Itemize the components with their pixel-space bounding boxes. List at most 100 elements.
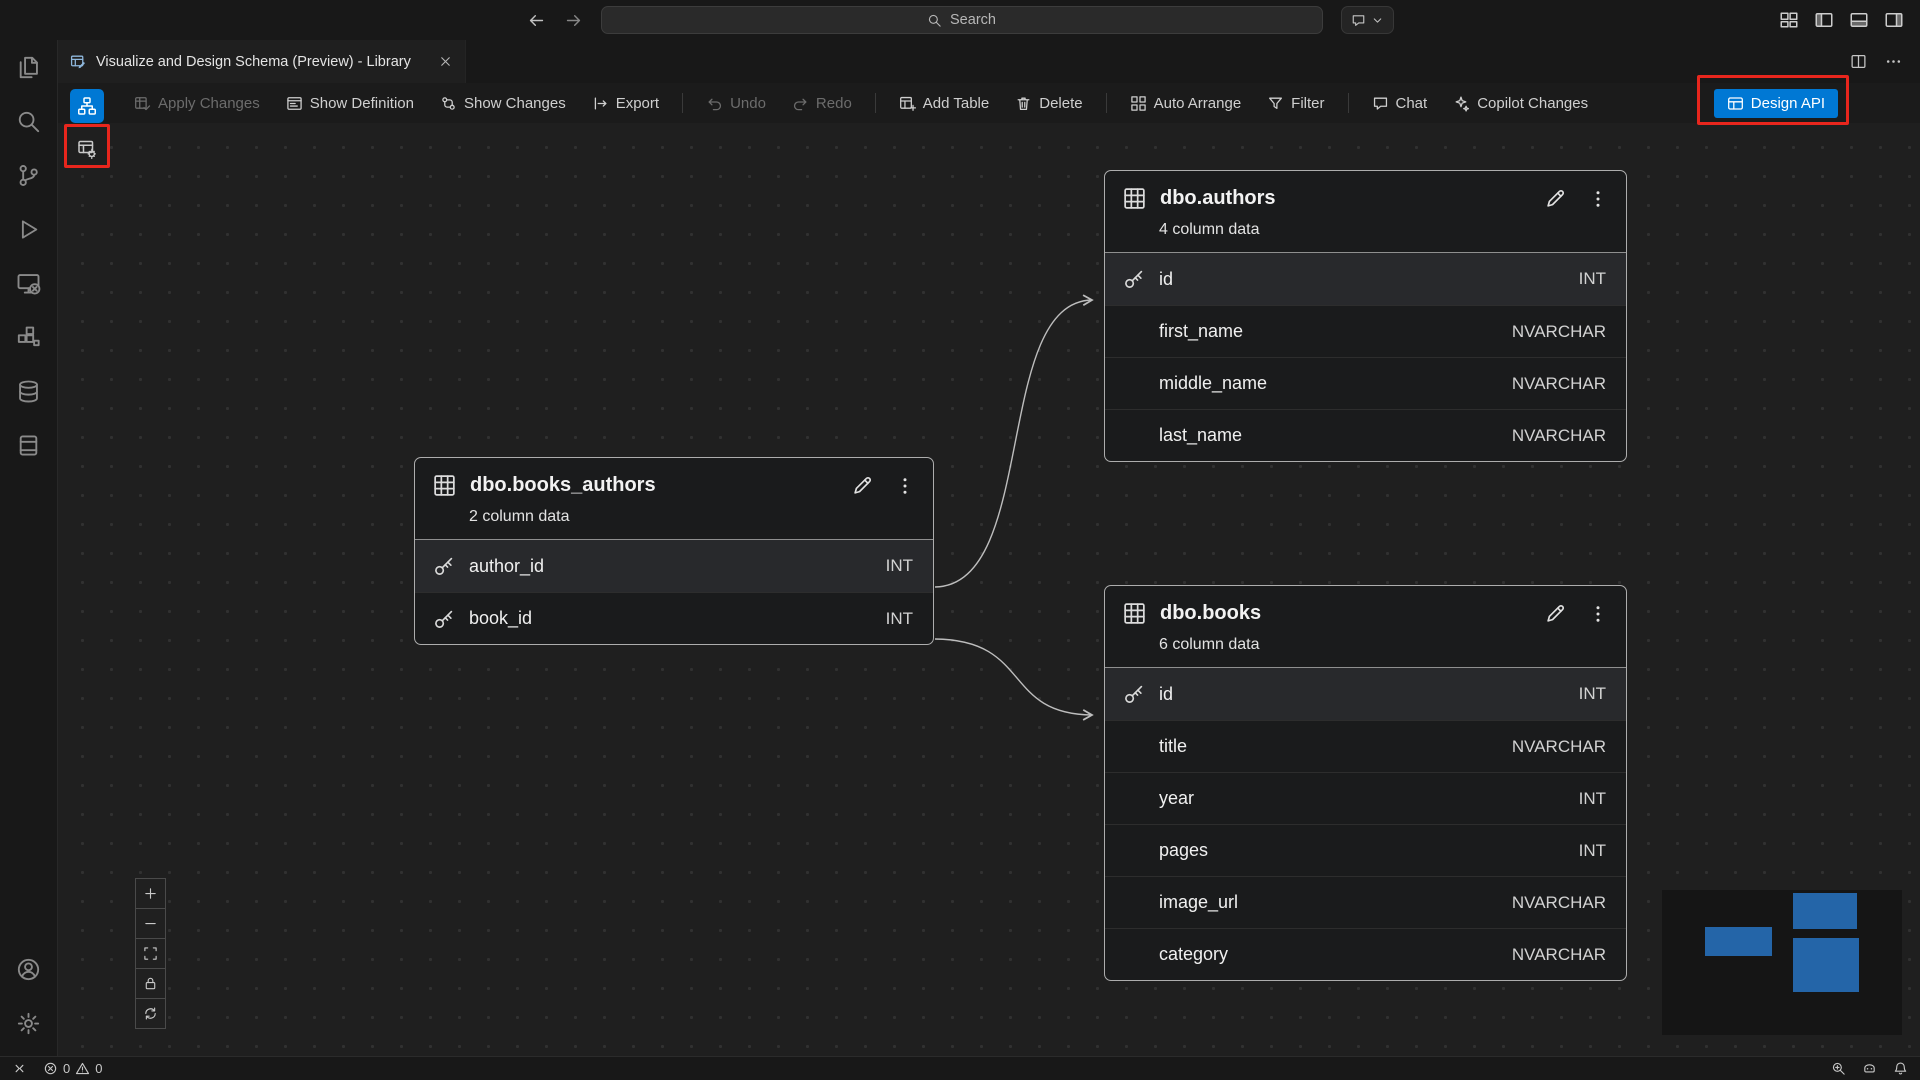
column-row-category[interactable]: categoryNVARCHAR bbox=[1105, 928, 1626, 980]
column-row-year[interactable]: yearINT bbox=[1105, 772, 1626, 824]
activity-run-and-debug[interactable] bbox=[0, 202, 57, 256]
key-icon bbox=[433, 608, 455, 630]
notifications-icon[interactable] bbox=[1893, 1061, 1908, 1076]
column-icon-slot bbox=[1123, 892, 1145, 914]
filter-icon bbox=[1267, 95, 1284, 112]
column-name: author_id bbox=[469, 556, 544, 577]
tab-visualize-design-schema[interactable]: Visualize and Design Schema (Preview) - … bbox=[58, 40, 466, 83]
column-type: INT bbox=[1579, 684, 1606, 704]
column-row-author_id[interactable]: author_idINT bbox=[415, 540, 933, 592]
toolbar-show-changes-button[interactable]: Show Changes bbox=[430, 90, 576, 117]
design-api-label: Design API bbox=[1751, 95, 1825, 112]
search-input[interactable]: Search bbox=[601, 6, 1323, 34]
warnings-count: 0 bbox=[95, 1061, 102, 1076]
column-type: NVARCHAR bbox=[1512, 945, 1606, 965]
toolbar-chat-button[interactable]: Chat bbox=[1362, 90, 1438, 117]
activity-files[interactable] bbox=[0, 40, 57, 94]
activity-account[interactable] bbox=[0, 942, 57, 996]
edit-table-icon[interactable] bbox=[1544, 188, 1566, 210]
column-icon-slot bbox=[1123, 425, 1145, 447]
schema-icon bbox=[77, 96, 97, 116]
more-actions-icon[interactable] bbox=[1885, 53, 1902, 70]
toolbar-undo-button: Undo bbox=[696, 90, 776, 117]
zoom-minus-button[interactable] bbox=[135, 908, 166, 939]
column-row-middle_name[interactable]: middle_nameNVARCHAR bbox=[1105, 357, 1626, 409]
toolbar-auto-arrange-button[interactable]: Auto Arrange bbox=[1120, 90, 1252, 117]
run-and-debug-icon bbox=[16, 217, 41, 242]
key-icon bbox=[433, 555, 455, 577]
toggle-sidebar-left-icon[interactable] bbox=[1814, 10, 1834, 30]
copilot-status-icon[interactable] bbox=[1862, 1061, 1877, 1076]
search-icon bbox=[927, 13, 942, 28]
column-row-pages[interactable]: pagesINT bbox=[1105, 824, 1626, 876]
remote-indicator[interactable] bbox=[12, 1057, 27, 1080]
column-row-image_url[interactable]: image_urlNVARCHAR bbox=[1105, 876, 1626, 928]
table-rows: idINTtitleNVARCHARyearINTpagesINTimage_u… bbox=[1105, 668, 1626, 980]
split-editor-icon[interactable] bbox=[1850, 53, 1867, 70]
problems-indicator[interactable]: 0 0 bbox=[43, 1057, 102, 1080]
zoom-status-icon[interactable] bbox=[1831, 1061, 1846, 1076]
column-row-first_name[interactable]: first_nameNVARCHAR bbox=[1105, 305, 1626, 357]
column-row-book_id[interactable]: book_idINT bbox=[415, 592, 933, 644]
toolbar-export-button[interactable]: Export bbox=[582, 90, 669, 117]
zoom-sync-button[interactable] bbox=[135, 998, 166, 1029]
titlebar: Search bbox=[0, 0, 1920, 40]
table-subtitle: 4 column data bbox=[1105, 221, 1626, 253]
activity-remote-explorer[interactable] bbox=[0, 256, 57, 310]
column-row-last_name[interactable]: last_nameNVARCHAR bbox=[1105, 409, 1626, 461]
designer-tool-schema[interactable] bbox=[70, 89, 104, 123]
table-icon bbox=[1123, 602, 1146, 625]
schema-canvas[interactable] bbox=[58, 123, 1920, 1056]
table-node-dbo.authors[interactable]: dbo.authors 4 column data idINTfirst_nam… bbox=[1104, 170, 1627, 462]
table-title: dbo.authors bbox=[1160, 187, 1276, 210]
activity-storage[interactable] bbox=[0, 418, 57, 472]
edit-table-icon[interactable] bbox=[851, 475, 873, 497]
table-icon bbox=[1123, 187, 1146, 210]
zoom-fit-button[interactable] bbox=[135, 938, 166, 969]
back-icon[interactable] bbox=[527, 11, 546, 30]
activity-source-control[interactable] bbox=[0, 148, 57, 202]
activity-extensions[interactable] bbox=[0, 310, 57, 364]
table-title: dbo.books bbox=[1160, 602, 1261, 625]
customize-layout-icon[interactable] bbox=[1779, 10, 1799, 30]
table-menu-icon[interactable] bbox=[1588, 604, 1608, 624]
activity-search-side[interactable] bbox=[0, 94, 57, 148]
toggle-sidebar-right-icon[interactable] bbox=[1884, 10, 1904, 30]
status-bar: 0 0 bbox=[0, 1056, 1920, 1080]
table-menu-icon[interactable] bbox=[1588, 189, 1608, 209]
table-header: dbo.books_authors bbox=[415, 458, 933, 508]
toolbar-label: Show Definition bbox=[310, 95, 414, 112]
column-row-id[interactable]: idINT bbox=[1105, 668, 1626, 720]
edit-table-icon[interactable] bbox=[1544, 603, 1566, 625]
toolbar-add-table-button[interactable]: Add Table bbox=[889, 90, 999, 117]
column-row-title[interactable]: titleNVARCHAR bbox=[1105, 720, 1626, 772]
copilot-chat-dropdown[interactable] bbox=[1341, 6, 1394, 34]
table-node-dbo.books[interactable]: dbo.books 6 column data idINTtitleNVARCH… bbox=[1104, 585, 1627, 981]
key-icon bbox=[1123, 268, 1145, 290]
toggle-panel-icon[interactable] bbox=[1849, 10, 1869, 30]
account-icon bbox=[16, 957, 41, 982]
toolbar-show-definition-button[interactable]: Show Definition bbox=[276, 90, 424, 117]
toolbar-label: Show Changes bbox=[464, 95, 566, 112]
settings-icon bbox=[16, 1011, 41, 1036]
column-type: NVARCHAR bbox=[1512, 374, 1606, 394]
toolbar-filter-button[interactable]: Filter bbox=[1257, 90, 1334, 117]
zoom-lock-button[interactable] bbox=[135, 968, 166, 999]
activity-database[interactable] bbox=[0, 364, 57, 418]
toolbar-copilot-changes-button[interactable]: Copilot Changes bbox=[1443, 90, 1598, 117]
minimap[interactable] bbox=[1662, 890, 1902, 1035]
key-icon bbox=[1123, 683, 1145, 705]
design-api-button[interactable]: Design API bbox=[1714, 89, 1838, 118]
forward-icon[interactable] bbox=[564, 11, 583, 30]
window-layout-controls bbox=[1779, 0, 1904, 40]
column-row-id[interactable]: idINT bbox=[1105, 253, 1626, 305]
table-menu-icon[interactable] bbox=[895, 476, 915, 496]
tab-close-icon[interactable] bbox=[438, 54, 453, 69]
toolbar-label: Export bbox=[616, 95, 659, 112]
activity-settings[interactable] bbox=[0, 996, 57, 1050]
zoom-plus-button[interactable] bbox=[135, 878, 166, 909]
designer-tool-table-settings[interactable] bbox=[70, 132, 104, 166]
files-icon bbox=[16, 55, 41, 80]
toolbar-delete-button[interactable]: Delete bbox=[1005, 90, 1092, 117]
table-node-dbo.books_authors[interactable]: dbo.books_authors 2 column data author_i… bbox=[414, 457, 934, 645]
